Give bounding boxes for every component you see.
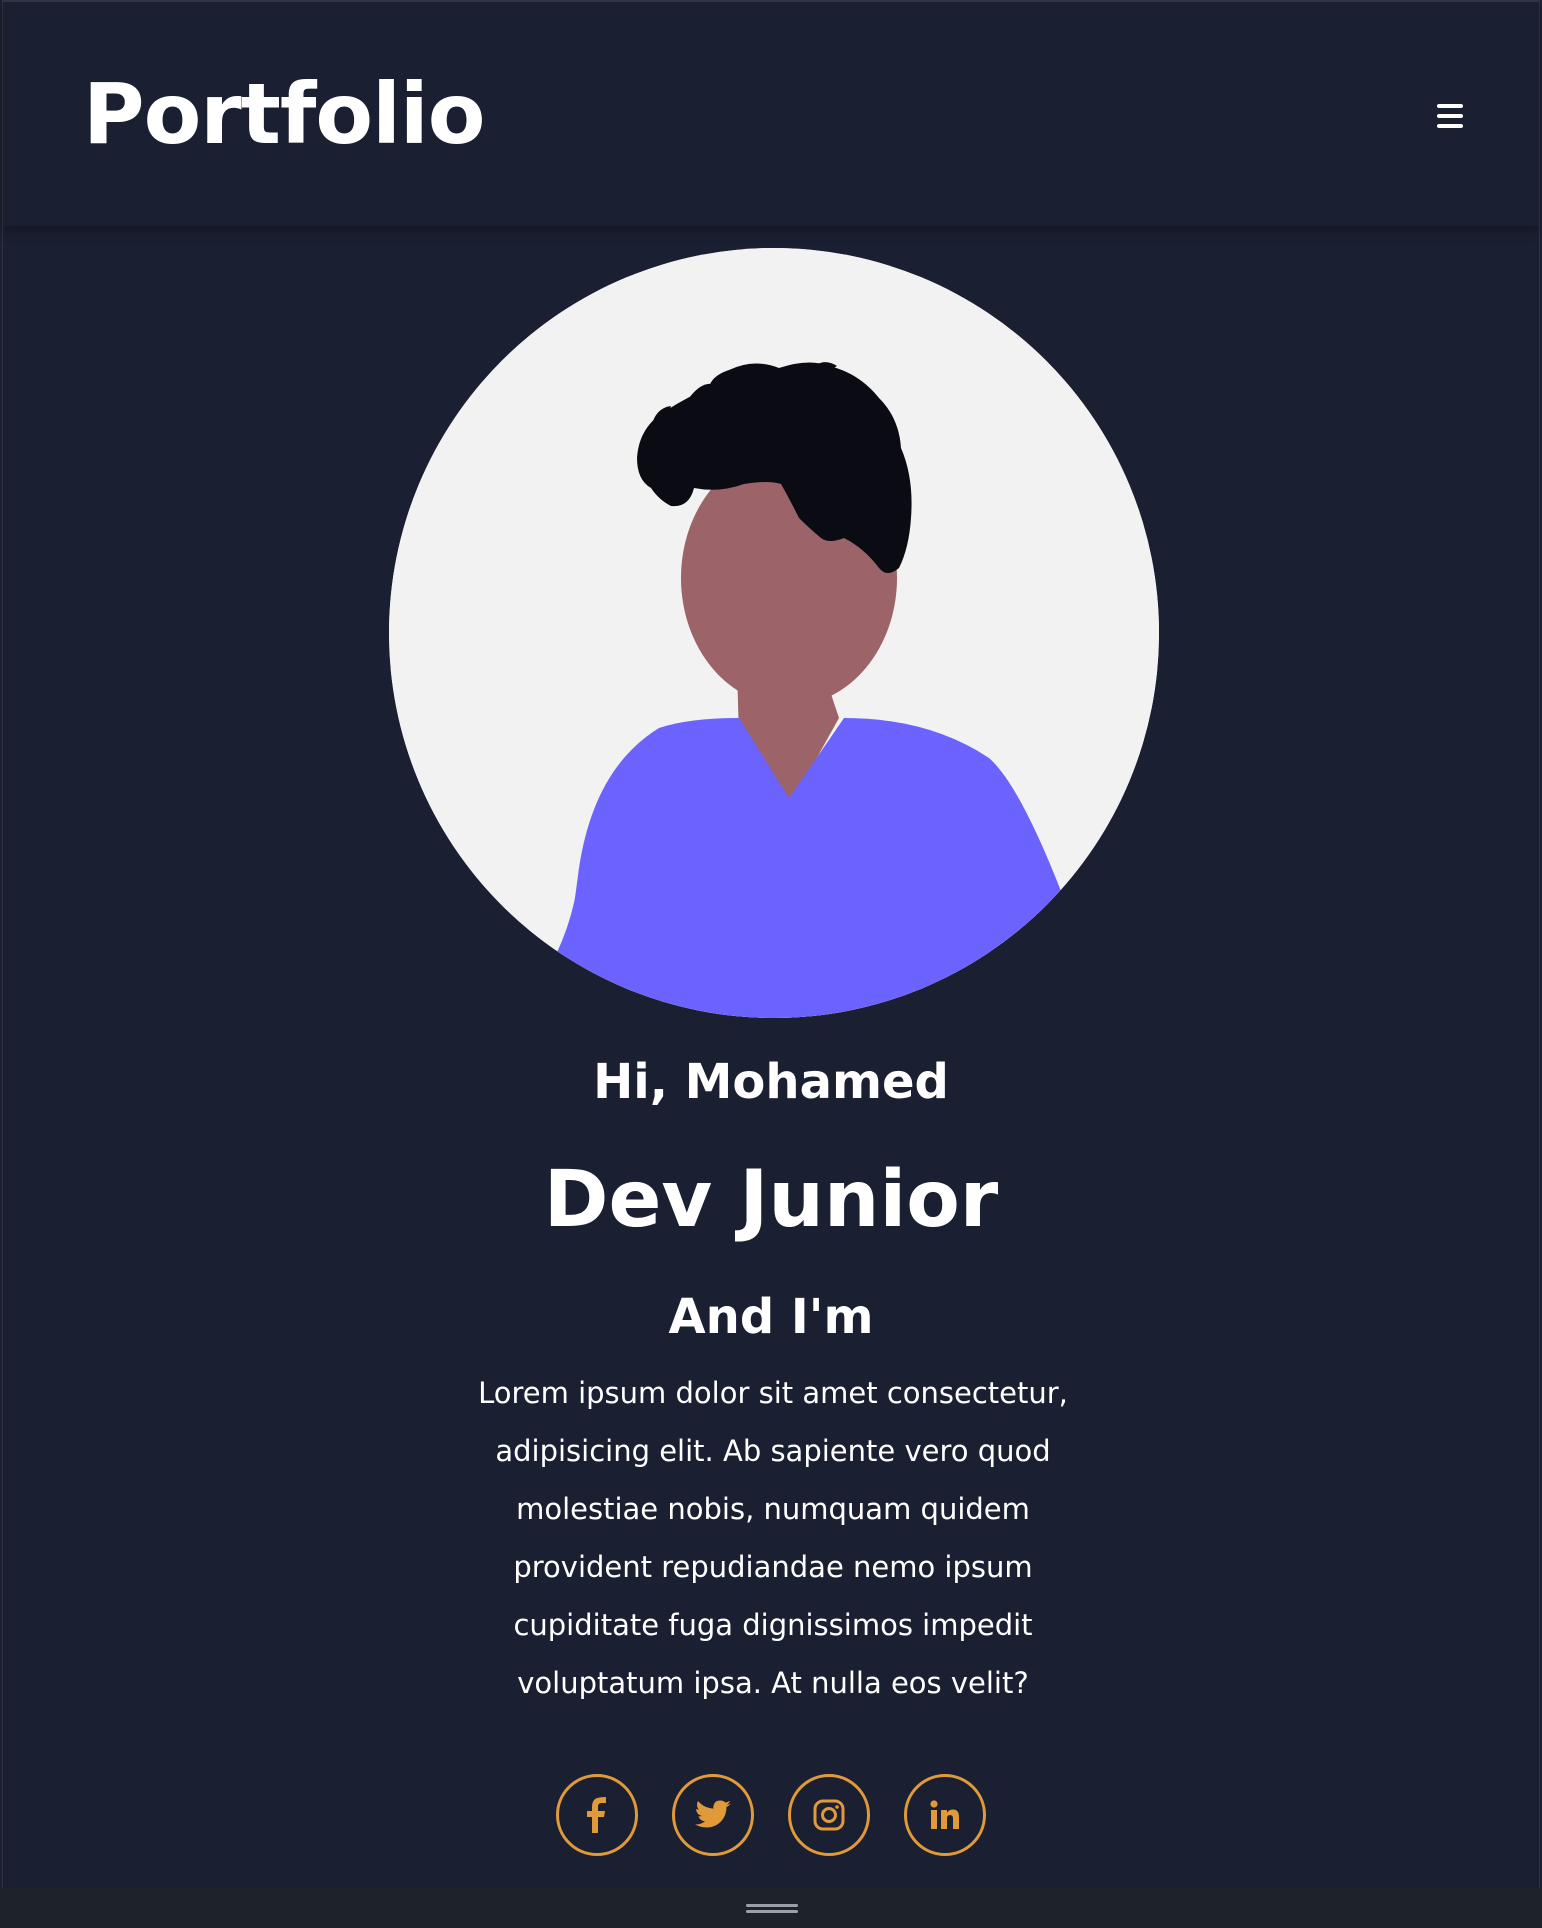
avatar-illustration [389, 248, 1159, 1018]
bottom-bar [0, 1888, 1542, 1928]
menu-button[interactable] [1428, 94, 1472, 138]
twitter-icon [695, 1800, 731, 1828]
site-header: Portfolio [3, 0, 1539, 226]
facebook-link[interactable] [556, 1774, 638, 1856]
avatar [389, 248, 1159, 1018]
drag-handle-icon[interactable] [746, 1904, 798, 1914]
hero-greeting: Hi, Mohamed [593, 1054, 949, 1110]
instagram-link[interactable] [788, 1774, 870, 1856]
hero-subheading: And I'm [668, 1289, 874, 1345]
linkedin-icon [930, 1800, 959, 1829]
page: Portfolio Hi, Mohamed Dev Junior And I'm… [2, 0, 1540, 1888]
site-logo[interactable]: Portfolio [83, 64, 485, 164]
social-links [3, 1774, 1539, 1856]
hero-role: Dev Junior [543, 1155, 999, 1245]
twitter-link[interactable] [672, 1774, 754, 1856]
instagram-icon [813, 1799, 845, 1831]
facebook-icon [587, 1797, 606, 1833]
linkedin-link[interactable] [904, 1774, 986, 1856]
hero-description: Lorem ipsum dolor sit amet consectetur, … [478, 1376, 1068, 1700]
